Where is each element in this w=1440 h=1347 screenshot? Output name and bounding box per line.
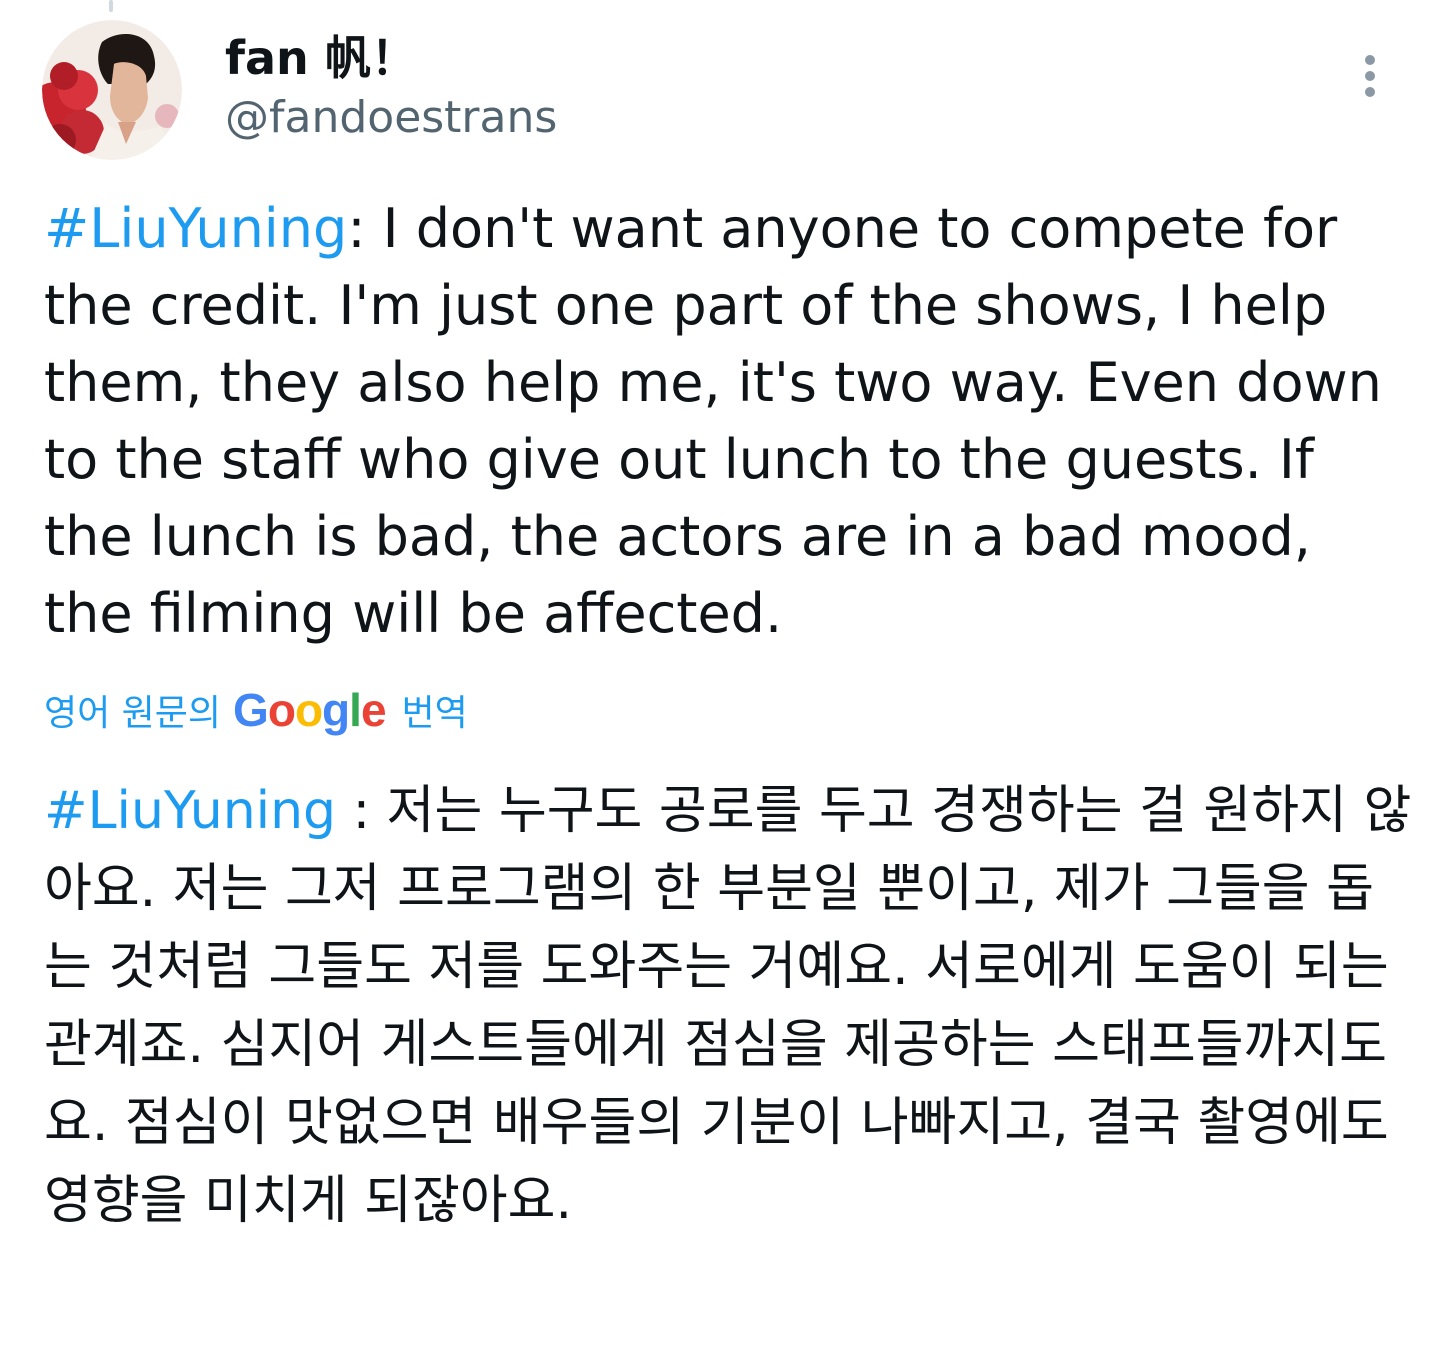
translate-attribution[interactable]: 영어 원문의 Google 번역 [44, 680, 468, 740]
translate-suffix[interactable]: 번역 [402, 684, 468, 736]
translated-body-text: : 저는 누구도 공로를 두고 경쟁하는 걸 원하지 않아요. 저는 그저 프로… [44, 781, 1412, 1231]
author-display-name[interactable]: fan 帆！ [225, 30, 417, 86]
google-logo: Google [233, 684, 386, 736]
tweet-body-text: : I don't want anyone to compete for the… [44, 197, 1382, 645]
more-options-button[interactable] [1340, 46, 1400, 106]
avatar[interactable] [42, 20, 182, 160]
author-handle[interactable]: @fandoestrans [225, 90, 557, 146]
thread-connector-line [109, 0, 113, 12]
more-vertical-icon [1365, 55, 1375, 97]
translate-prefix[interactable]: 영어 원문의 [44, 684, 221, 736]
profile-photo-icon [42, 20, 182, 160]
translated-body: #LiuYuning : 저는 누구도 공로를 두고 경쟁하는 걸 원하지 않아… [44, 772, 1414, 1240]
tweet-body: #LiuYuning: I don't want anyone to compe… [44, 190, 1414, 652]
hashtag-link[interactable]: #LiuYuning [44, 197, 347, 260]
translated-hashtag-link[interactable]: #LiuYuning [44, 781, 336, 841]
